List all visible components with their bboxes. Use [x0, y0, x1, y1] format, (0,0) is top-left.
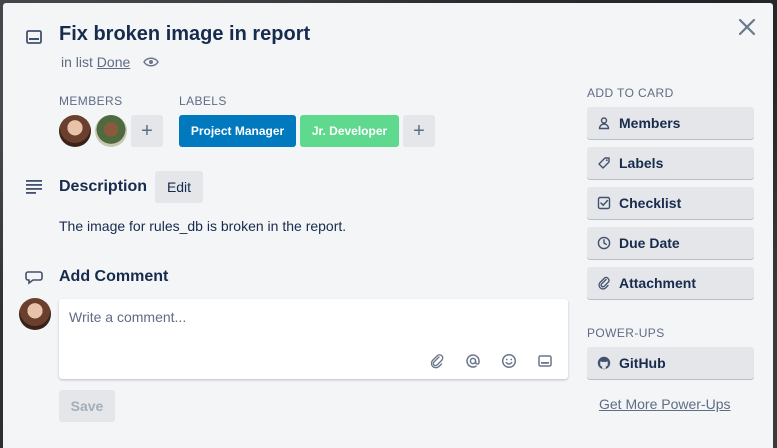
add-member-button[interactable]: + — [131, 115, 163, 147]
sidebar-github-label: GitHub — [619, 355, 666, 371]
sidebar-members-label: Members — [619, 115, 681, 131]
sidebar-attachment-label: Attachment — [619, 275, 697, 291]
current-user-avatar — [19, 298, 51, 330]
description-heading: Description — [59, 178, 148, 195]
member-avatar[interactable] — [95, 115, 127, 147]
checkbox-icon — [597, 196, 611, 210]
description-text[interactable]: The image for rules_db is broken in the … — [59, 218, 346, 234]
github-icon — [597, 356, 611, 370]
edit-description-button[interactable]: Edit — [155, 171, 203, 203]
close-icon[interactable] — [736, 16, 758, 38]
sidebar-due-date-label: Due Date — [619, 235, 680, 251]
sidebar-labels-label: Labels — [619, 155, 664, 171]
add-comment-heading: Add Comment — [59, 268, 169, 285]
mention-icon[interactable] — [465, 353, 481, 369]
sidebar-checklist-label: Checklist — [619, 195, 682, 211]
comment-input[interactable] — [69, 309, 549, 345]
card-detail-modal: Fix broken image in report in list Done … — [3, 3, 773, 448]
emoji-icon[interactable] — [501, 353, 517, 369]
list-name-link[interactable]: Done — [97, 54, 130, 70]
label-jr-developer[interactable]: Jr. Developer — [300, 115, 399, 147]
comment-icon — [25, 271, 43, 285]
power-ups-heading: POWER-UPS — [587, 326, 665, 340]
sidebar-labels-button[interactable]: Labels — [587, 147, 754, 179]
comment-box — [59, 299, 568, 379]
in-list-prefix: in list — [61, 54, 93, 70]
sidebar-github-button[interactable]: GitHub — [587, 347, 754, 379]
person-icon — [598, 117, 610, 130]
clock-icon — [597, 236, 611, 250]
sidebar-due-date-button[interactable]: Due Date — [587, 227, 754, 259]
tag-icon — [598, 157, 610, 169]
sidebar-members-button[interactable]: Members — [587, 107, 754, 139]
card-link-icon[interactable] — [537, 353, 553, 369]
card-title[interactable]: Fix broken image in report — [59, 23, 310, 46]
save-comment-button[interactable]: Save — [59, 390, 115, 422]
description-icon — [26, 180, 42, 194]
sidebar-attachment-button[interactable]: Attachment — [587, 267, 754, 299]
eye-icon[interactable] — [143, 55, 159, 69]
get-more-power-ups-link[interactable]: Get More Power-Ups — [599, 396, 730, 412]
card-icon — [26, 30, 42, 44]
members-heading: MEMBERS — [59, 94, 123, 108]
sidebar-checklist-button[interactable]: Checklist — [587, 187, 754, 219]
member-avatar[interactable] — [59, 115, 91, 147]
in-list-text: in list Done — [61, 54, 130, 70]
paperclip-icon[interactable] — [429, 353, 445, 369]
add-to-card-heading: ADD TO CARD — [587, 86, 674, 100]
labels-heading: LABELS — [179, 94, 227, 108]
paperclip-icon — [598, 276, 610, 290]
add-label-button[interactable]: + — [403, 115, 435, 147]
label-project-manager[interactable]: Project Manager — [179, 115, 296, 147]
